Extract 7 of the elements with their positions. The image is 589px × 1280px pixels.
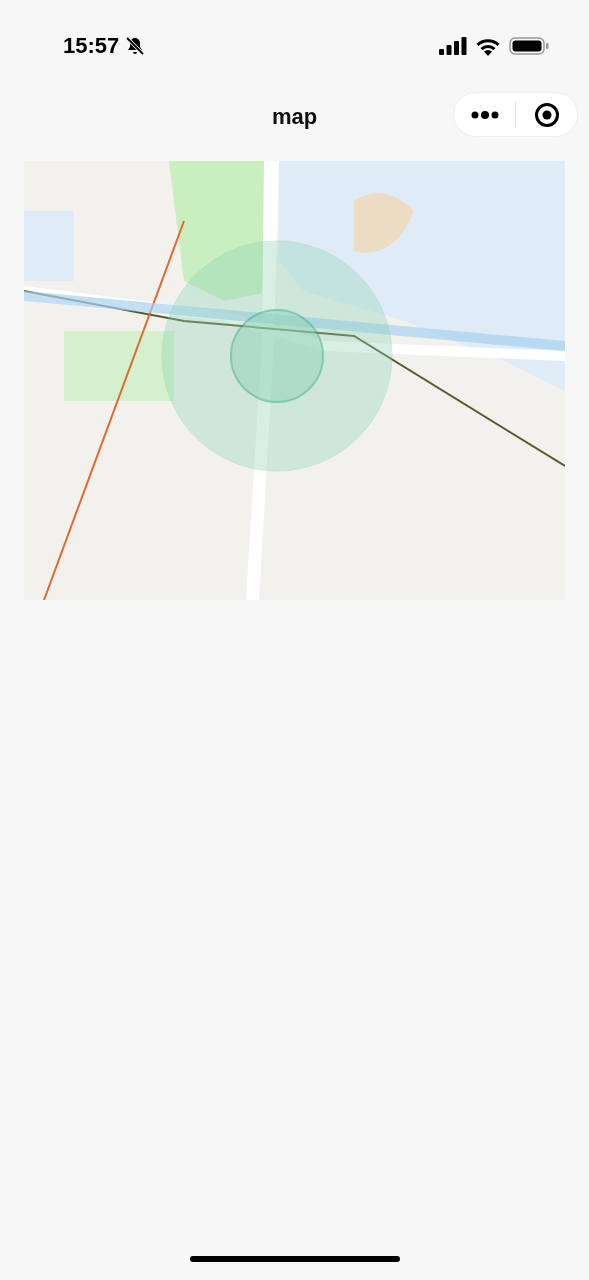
- close-target-icon[interactable]: [533, 101, 560, 128]
- wifi-icon: [475, 36, 501, 56]
- signal-icon: [439, 37, 467, 55]
- page-title: map: [271, 104, 318, 130]
- battery-icon: [509, 37, 549, 55]
- status-time: 15:57: [63, 33, 120, 59]
- more-icon[interactable]: [470, 110, 499, 119]
